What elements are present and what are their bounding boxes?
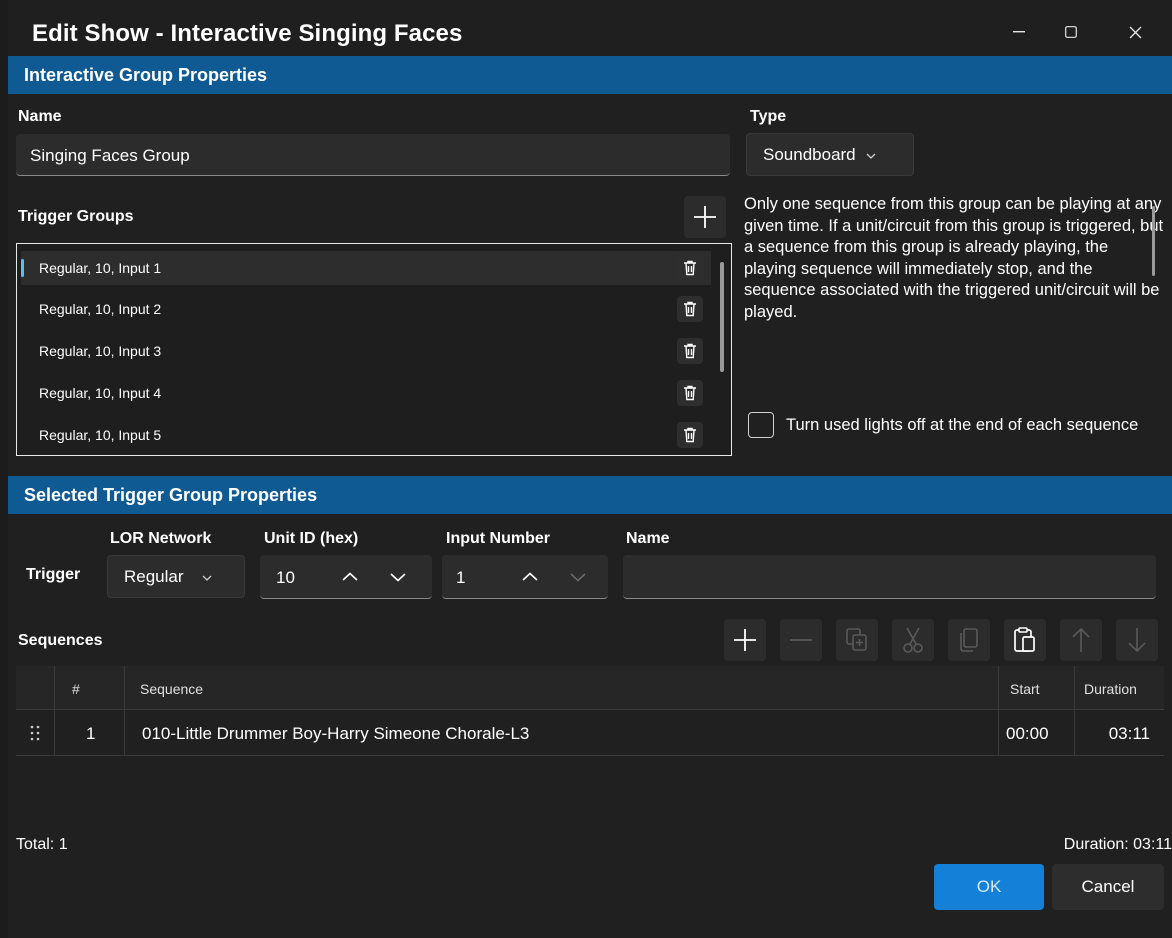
- list-item[interactable]: Regular, 10, Input 2: [21, 292, 711, 326]
- duplicate-button: [836, 619, 878, 661]
- paste-button[interactable]: [1004, 619, 1046, 661]
- list-item-label: Regular, 10, Input 4: [39, 385, 162, 401]
- chevron-down-icon: [202, 570, 212, 584]
- column-header-sequence[interactable]: Sequence: [140, 681, 203, 697]
- plus-icon: [734, 629, 756, 651]
- list-item[interactable]: Regular, 10, Input 1: [21, 251, 711, 285]
- list-item-label: Regular, 10, Input 5: [39, 427, 162, 443]
- list-item-label: Regular, 10, Input 3: [39, 343, 162, 359]
- chevron-down-icon: [570, 573, 586, 582]
- maximize-icon: [1065, 26, 1077, 38]
- column-header-number[interactable]: #: [72, 681, 80, 697]
- title-bar: Edit Show - Interactive Singing Faces: [8, 0, 1172, 56]
- section-header-group-properties: Interactive Group Properties: [8, 56, 1172, 94]
- total-duration: Duration: 03:11: [1063, 836, 1172, 853]
- add-sequence-button[interactable]: [724, 619, 766, 661]
- list-item[interactable]: Regular, 10, Input 3: [21, 334, 711, 368]
- delete-button[interactable]: [677, 380, 703, 406]
- ok-button[interactable]: OK: [934, 864, 1044, 910]
- selection-indicator: [21, 259, 24, 277]
- lor-network-dropdown[interactable]: Regular: [107, 555, 245, 598]
- trash-icon: [684, 343, 696, 359]
- input-number-spinner[interactable]: 1: [442, 555, 608, 599]
- column-header-duration[interactable]: Duration: [1084, 681, 1137, 697]
- section-header-trigger-group-properties: Selected Trigger Group Properties: [8, 476, 1172, 514]
- arrow-up-icon: [1072, 627, 1090, 652]
- sequences-label: Sequences: [18, 632, 103, 649]
- cell-start: 00:00: [1006, 724, 1049, 743]
- cell-duration: 03:11: [1108, 724, 1150, 743]
- chevron-down-icon: [866, 148, 876, 162]
- name-label: Name: [18, 108, 62, 125]
- list-scrollbar[interactable]: [720, 262, 724, 372]
- duplicate-icon: [846, 628, 867, 651]
- table-row[interactable]: 1 010-Little Drummer Boy-Harry Simeone C…: [16, 710, 1164, 756]
- cut-button: [892, 619, 934, 661]
- cell-sequence: 010-Little Drummer Boy-Harry Simeone Cho…: [142, 724, 530, 743]
- trash-icon: [684, 385, 696, 401]
- minimize-icon: [1013, 31, 1025, 33]
- maximize-button[interactable]: [1048, 16, 1094, 48]
- trigger-groups-list: Regular, 10, Input 1 Regular, 10, Input …: [16, 243, 732, 456]
- cell-number: 1: [86, 724, 96, 743]
- drag-handle-icon[interactable]: [30, 725, 40, 741]
- list-item[interactable]: Regular, 10, Input 5: [21, 418, 711, 452]
- list-item[interactable]: Regular, 10, Input 4: [21, 376, 711, 410]
- type-label: Type: [750, 108, 787, 125]
- unit-id-spinner[interactable]: 10: [260, 555, 432, 599]
- trash-icon: [684, 301, 696, 317]
- type-dropdown-value: Soundboard: [763, 144, 856, 164]
- type-dropdown[interactable]: Soundboard: [746, 133, 914, 176]
- close-button[interactable]: [1112, 16, 1158, 48]
- delete-button[interactable]: [677, 255, 703, 281]
- unit-id-value: 10: [276, 568, 295, 587]
- list-item-label: Regular, 10, Input 1: [39, 260, 162, 276]
- trigger-groups-label: Trigger Groups: [18, 208, 134, 225]
- delete-button[interactable]: [677, 422, 703, 448]
- section-title: Interactive Group Properties: [24, 65, 268, 85]
- description-text: Only one sequence from this group can be…: [744, 195, 1164, 321]
- column-header-start[interactable]: Start: [1010, 681, 1040, 697]
- grid-header: # Sequence Start Duration: [16, 666, 1164, 710]
- close-icon: [1129, 26, 1141, 38]
- move-down-button: [1116, 619, 1158, 661]
- turn-lights-off-label: Turn used lights off at the end of each …: [786, 416, 1139, 434]
- input-number-label: Input Number: [446, 530, 550, 547]
- turn-lights-off-checkbox[interactable]: [748, 412, 774, 438]
- name-field-value: Singing Faces Group: [30, 146, 190, 165]
- lor-network-label: LOR Network: [110, 530, 212, 547]
- chevron-down-icon[interactable]: [390, 573, 406, 582]
- arrow-down-icon: [1128, 628, 1146, 653]
- copy-button: [948, 619, 990, 661]
- window-title: Edit Show - Interactive Singing Faces: [32, 20, 463, 47]
- unit-id-label: Unit ID (hex): [264, 530, 359, 547]
- minus-icon: [790, 639, 812, 641]
- minimize-button[interactable]: [996, 16, 1042, 48]
- move-up-button: [1060, 619, 1102, 661]
- paste-icon: [1014, 627, 1035, 652]
- total-count: Total: 1: [16, 836, 68, 853]
- lor-network-value: Regular: [124, 566, 184, 586]
- scissors-icon: [903, 627, 923, 653]
- delete-button[interactable]: [677, 296, 703, 322]
- copy-icon: [960, 628, 978, 652]
- delete-button[interactable]: [677, 338, 703, 364]
- list-item-label: Regular, 10, Input 2: [39, 301, 162, 317]
- trigger-name-label: Name: [626, 530, 670, 547]
- chevron-up-icon[interactable]: [522, 572, 538, 581]
- remove-sequence-button: [780, 619, 822, 661]
- section-title: Selected Trigger Group Properties: [24, 485, 318, 505]
- trash-icon: [684, 427, 696, 443]
- trigger-name-field[interactable]: [623, 555, 1156, 599]
- input-number-value: 1: [456, 568, 466, 587]
- trigger-label: Trigger: [26, 566, 81, 583]
- plus-icon: [694, 206, 716, 228]
- chevron-up-icon[interactable]: [342, 572, 358, 581]
- description-scrollbar[interactable]: [1152, 206, 1155, 276]
- cancel-button[interactable]: Cancel: [1052, 864, 1164, 910]
- edit-show-window: Edit Show - Interactive Singing Faces In…: [8, 0, 1172, 938]
- add-trigger-group-button[interactable]: [684, 196, 726, 238]
- trash-icon: [684, 260, 696, 276]
- name-field[interactable]: Singing Faces Group: [16, 134, 730, 176]
